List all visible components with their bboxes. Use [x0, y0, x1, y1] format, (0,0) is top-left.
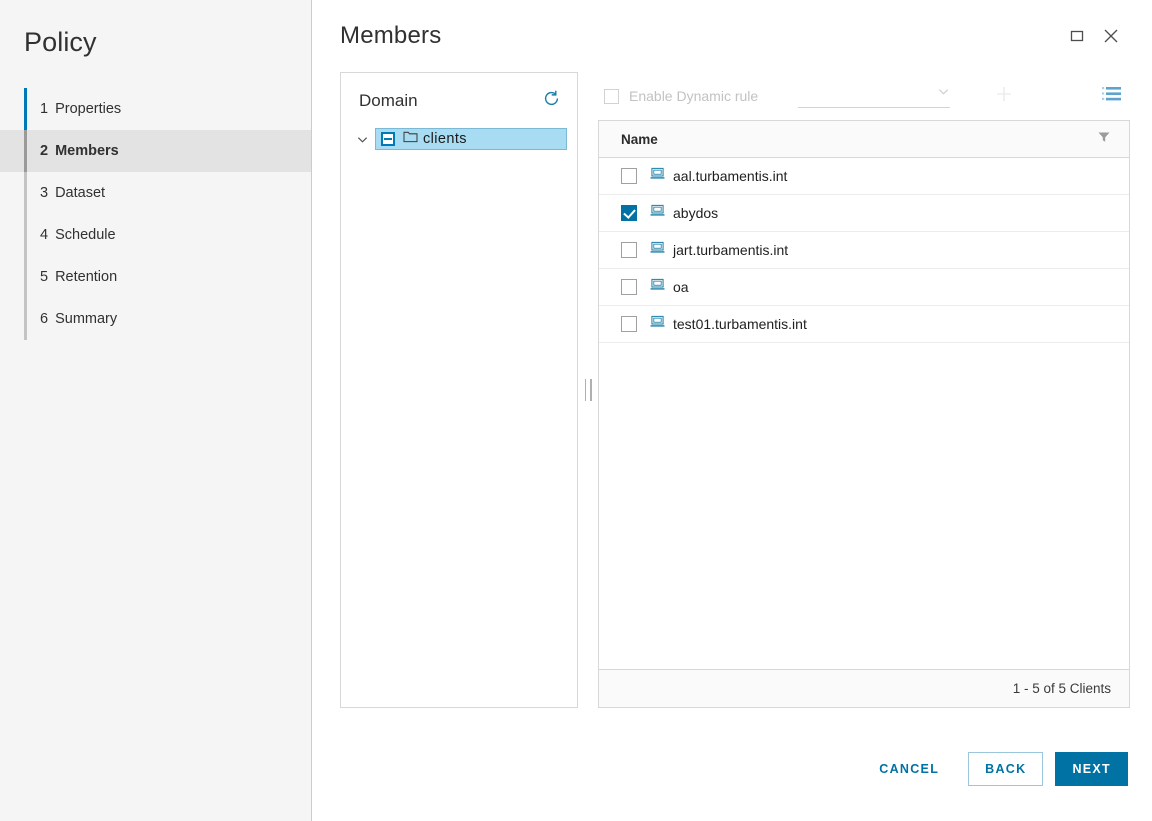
chevron-down-icon — [937, 85, 950, 103]
row-label: oa — [673, 279, 689, 295]
dialog-footer: CANCEL BACK NEXT — [312, 716, 1152, 821]
enable-dynamic-rule-checkbox[interactable] — [604, 88, 619, 104]
wizard-sidebar: Policy 1 Properties 2 Members 3 Dataset … — [0, 0, 312, 821]
step-accent-bar — [24, 298, 27, 340]
step-accent-bar — [24, 172, 27, 214]
plus-icon[interactable] — [994, 84, 1014, 109]
row-checkbox[interactable] — [621, 205, 637, 221]
step-number: 4 — [40, 227, 49, 243]
step-accent-bar — [24, 256, 27, 298]
clients-table: Name aal.turbamentis.int abydos jart.tur… — [598, 120, 1130, 708]
sidebar-item-retention[interactable]: 5 Retention — [0, 256, 311, 298]
computer-icon — [650, 241, 665, 259]
list-view-icon[interactable] — [1102, 86, 1121, 107]
step-accent-bar — [24, 214, 27, 256]
step-accent-bar — [24, 130, 27, 172]
maximize-icon — [1069, 28, 1085, 44]
tree-node-content[interactable]: clients — [375, 128, 567, 150]
computer-icon — [650, 315, 665, 333]
row-label: abydos — [673, 205, 719, 221]
table-footer: 1 - 5 of 5 Clients — [599, 669, 1129, 707]
computer-icon — [650, 204, 665, 222]
splitter-grip-icon — [584, 379, 592, 401]
sidebar-item-dataset[interactable]: 3 Dataset — [0, 172, 311, 214]
close-icon — [1102, 27, 1120, 45]
table-header-row: Name — [599, 121, 1129, 158]
refresh-icon[interactable] — [542, 89, 561, 113]
row-checkbox[interactable] — [621, 316, 637, 332]
sidebar-item-label: Properties — [55, 101, 122, 117]
computer-icon — [650, 278, 665, 296]
table-row[interactable]: oa — [599, 269, 1129, 306]
step-number: 1 — [40, 101, 49, 117]
step-accent-bar — [24, 88, 27, 130]
row-label: test01.turbamentis.int — [673, 316, 807, 332]
sidebar-item-label: Summary — [55, 311, 118, 327]
sidebar-item-schedule[interactable]: 4 Schedule — [0, 214, 311, 256]
sidebar-item-label: Retention — [55, 269, 118, 285]
tree-node-checkbox[interactable] — [381, 132, 395, 146]
dialog-header: Members — [312, 0, 1152, 72]
back-button[interactable]: BACK — [968, 751, 1044, 786]
sidebar-item-summary[interactable]: 6 Summary — [0, 298, 311, 340]
panel-splitter[interactable] — [578, 72, 598, 708]
policy-wizard-dialog: Policy 1 Properties 2 Members 3 Dataset … — [0, 0, 1152, 821]
sidebar-item-properties[interactable]: 1 Properties — [0, 88, 311, 130]
table-row[interactable]: jart.turbamentis.int — [599, 232, 1129, 269]
computer-icon — [650, 167, 665, 185]
domain-tree: clients — [341, 121, 577, 151]
table-row[interactable]: test01.turbamentis.int — [599, 306, 1129, 343]
domain-panel-header: Domain — [341, 73, 577, 121]
step-number: 2 — [40, 143, 49, 159]
cancel-button[interactable]: CANCEL — [862, 752, 956, 786]
dynamic-rule-toolbar: Enable Dynamic rule — [598, 72, 1130, 120]
chevron-down-icon[interactable] — [349, 133, 375, 146]
next-button[interactable]: NEXT — [1055, 751, 1128, 786]
filter-icon[interactable] — [1097, 130, 1111, 149]
domain-panel-title: Domain — [359, 91, 418, 110]
sidebar-item-members[interactable]: 2 Members — [0, 130, 311, 172]
maximize-button[interactable] — [1060, 19, 1094, 53]
row-label: aal.turbamentis.int — [673, 168, 788, 184]
column-header-name[interactable]: Name — [621, 132, 1097, 147]
row-checkbox[interactable] — [621, 242, 637, 258]
sidebar-item-label: Schedule — [55, 227, 116, 243]
dynamic-rule-select[interactable] — [798, 84, 951, 108]
domain-panel: Domain clients — [340, 72, 578, 708]
table-row[interactable]: aal.turbamentis.int — [599, 158, 1129, 195]
enable-dynamic-rule-label: Enable Dynamic rule — [629, 88, 759, 104]
step-number: 3 — [40, 185, 49, 201]
close-button[interactable] — [1094, 19, 1128, 53]
row-checkbox[interactable] — [621, 279, 637, 295]
members-content: Domain clients Enable Dynamic rule Name … — [312, 72, 1152, 708]
tree-node-clients[interactable]: clients — [349, 127, 567, 151]
sidebar-item-label: Members — [55, 143, 119, 159]
row-checkbox[interactable] — [621, 168, 637, 184]
sidebar-item-label: Dataset — [55, 185, 106, 201]
folder-icon — [403, 130, 418, 148]
members-right-panel: Enable Dynamic rule Name aal.turbamentis… — [598, 72, 1130, 708]
tree-node-label: clients — [423, 131, 467, 147]
row-label: jart.turbamentis.int — [673, 242, 789, 258]
pagination-summary: 1 - 5 of 5 Clients — [1012, 681, 1111, 696]
step-number: 6 — [40, 311, 49, 327]
dialog-title: Members — [340, 22, 442, 49]
page-title: Policy — [24, 27, 97, 57]
step-number: 5 — [40, 269, 49, 285]
table-row[interactable]: abydos — [599, 195, 1129, 232]
wizard-step-list: 1 Properties 2 Members 3 Dataset 4 Sched… — [0, 88, 311, 340]
table-body: aal.turbamentis.int abydos jart.turbamen… — [599, 158, 1129, 669]
main-area: Members Domain clients Enable Dynamic ru… — [312, 0, 1152, 821]
